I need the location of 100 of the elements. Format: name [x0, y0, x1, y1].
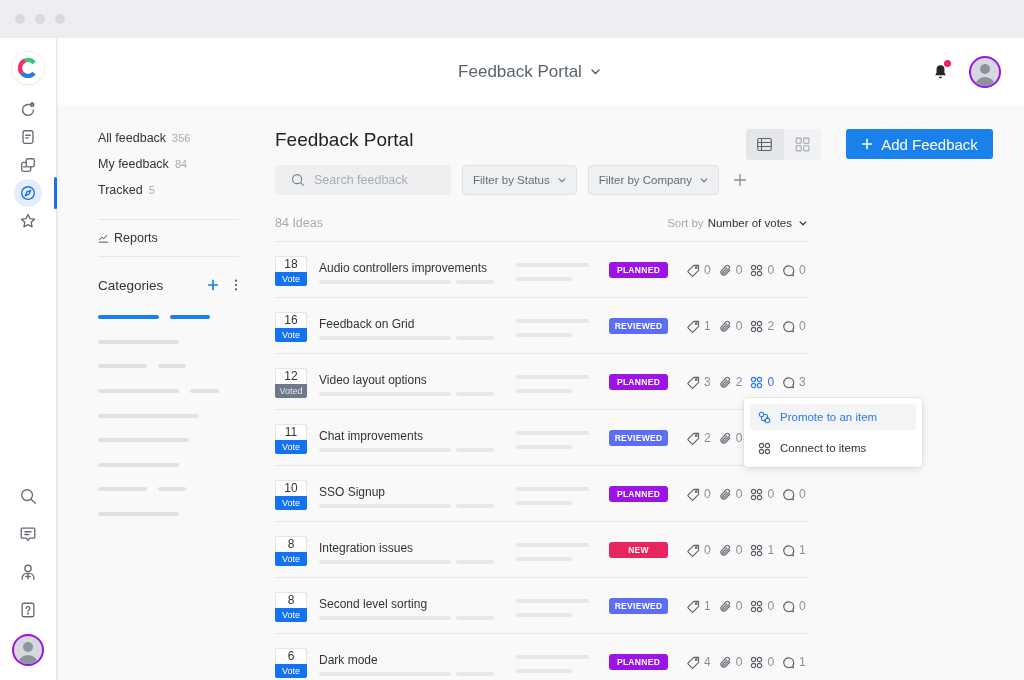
placeholder-line: [190, 389, 219, 394]
placeholder-line: [98, 315, 159, 320]
vote-count: 11: [275, 424, 307, 440]
connections-button[interactable]: 0: [750, 599, 775, 613]
add-category-button[interactable]: [207, 279, 219, 291]
line-chart-icon: [98, 233, 109, 243]
connections-button[interactable]: 0: [750, 487, 775, 501]
chevron-down-icon: [799, 220, 807, 226]
vote-button[interactable]: Vote: [275, 608, 307, 622]
attachment-count: 0: [735, 655, 743, 669]
item-count: 84: [174, 158, 188, 170]
sidebar-link[interactable]: All feedback 356: [98, 125, 191, 151]
chevron-down-icon: [557, 177, 566, 183]
paperclip-icon: [718, 263, 732, 277]
status-badge: PLANNED: [609, 486, 668, 502]
more-options-button[interactable]: [234, 279, 238, 291]
four-circles-icon: [750, 375, 764, 389]
tag-count: 2: [704, 431, 711, 445]
nav-button[interactable]: [14, 179, 42, 207]
idea-title[interactable]: Audio controllers improvements: [319, 260, 488, 276]
search-field[interactable]: Search feedback: [275, 165, 451, 195]
idea-title[interactable]: Dark mode: [319, 652, 378, 668]
status-badge: PLANNED: [609, 262, 668, 278]
idea-title[interactable]: Video layout options: [319, 372, 427, 388]
vote-count: 6: [275, 648, 307, 664]
idea-title[interactable]: Second level sorting: [319, 596, 428, 612]
idea-title[interactable]: Feedback on Grid: [319, 316, 415, 332]
portal-dropdown[interactable]: Feedback Portal: [458, 61, 600, 82]
menu-item[interactable]: Promote to an item: [750, 404, 916, 430]
paperclip-icon: [718, 655, 732, 669]
menu-item[interactable]: Connect to items: [750, 435, 916, 461]
paperclip-icon: [718, 375, 732, 389]
comment-icon: [782, 263, 796, 277]
connections-button[interactable]: 0: [750, 375, 775, 389]
grid-icon: [793, 136, 811, 153]
status-badge: PLANNED: [609, 374, 668, 390]
tag-count: 0: [704, 487, 711, 501]
tag-icon: [687, 319, 700, 333]
add-feedback-button[interactable]: Add Feedback: [846, 129, 993, 159]
comment-count: 0: [799, 263, 806, 277]
comment-count: 1: [799, 543, 806, 557]
tag-count: 0: [704, 543, 711, 557]
sidebar-link[interactable]: Tracked 5: [98, 177, 155, 203]
vote-button[interactable]: Vote: [275, 664, 307, 678]
placeholder-line: [98, 364, 147, 369]
view-button[interactable]: [746, 129, 784, 160]
attachment-count: 0: [735, 487, 743, 501]
tag-icon: [687, 543, 700, 557]
stacked-squares-icon: [19, 156, 37, 174]
connections-button[interactable]: 0: [750, 655, 775, 669]
status-badge: NEW: [609, 542, 668, 558]
tag-count: 1: [704, 599, 711, 613]
notifications-button[interactable]: [933, 63, 948, 80]
vote-button[interactable]: Vote: [275, 496, 307, 510]
vote-button[interactable]: Vote: [275, 272, 307, 286]
item-count: 5: [148, 184, 155, 196]
four-circles-icon: [750, 655, 764, 669]
comment-icon: [782, 655, 796, 669]
four-circles-icon: [750, 543, 764, 557]
placeholder-line: [158, 487, 186, 492]
connections-button[interactable]: 0: [750, 263, 775, 277]
paperclip-icon: [718, 599, 732, 613]
avatar-icon[interactable]: [969, 55, 1001, 88]
filter-dropdown[interactable]: Filter by Status: [462, 165, 577, 195]
tag-icon: [687, 431, 700, 445]
vote-count: 10: [275, 480, 307, 496]
comment-icon: [782, 375, 796, 389]
comment-count: 0: [799, 487, 806, 501]
avatar-icon[interactable]: [12, 634, 44, 666]
four-circles-icon: [750, 263, 764, 277]
tag-count: 3: [704, 375, 711, 389]
status-badge: REVIEWED: [609, 318, 668, 334]
vote-button[interactable]: Vote: [275, 328, 307, 342]
reports-link[interactable]: Reports: [98, 220, 158, 256]
chevron-down-icon: [700, 177, 708, 183]
idea-title[interactable]: Integration issues: [319, 540, 414, 556]
connections-button[interactable]: 1: [750, 543, 775, 557]
comment-icon: [782, 599, 796, 613]
vote-button[interactable]: Vote: [275, 440, 307, 454]
attachment-count: 0: [735, 319, 743, 333]
table-icon: [756, 136, 774, 153]
vote-count: 8: [275, 592, 307, 608]
logo-icon[interactable]: [12, 52, 44, 84]
star-icon: [19, 212, 37, 230]
sort-dropdown[interactable]: Number of votes: [707, 217, 807, 229]
sidebar-link[interactable]: My feedback 84: [98, 151, 188, 177]
filter-dropdown[interactable]: Filter by Company: [587, 165, 719, 195]
idea-title[interactable]: Chat improvements: [319, 428, 424, 444]
connections-button[interactable]: 2: [750, 319, 775, 333]
linked-nodes-icon: [758, 410, 771, 424]
document-icon: [19, 128, 37, 146]
vote-button[interactable]: Voted: [275, 384, 307, 398]
page-title: Feedback Portal: [275, 129, 415, 151]
comment-count: 3: [799, 375, 806, 389]
sort-label: Sort by: [667, 217, 704, 229]
attachment-count: 0: [735, 431, 743, 445]
vote-button[interactable]: Vote: [275, 552, 307, 566]
vote-count: 18: [275, 256, 307, 272]
tag-icon: [687, 599, 700, 613]
idea-title[interactable]: SSO Signup: [319, 484, 386, 500]
